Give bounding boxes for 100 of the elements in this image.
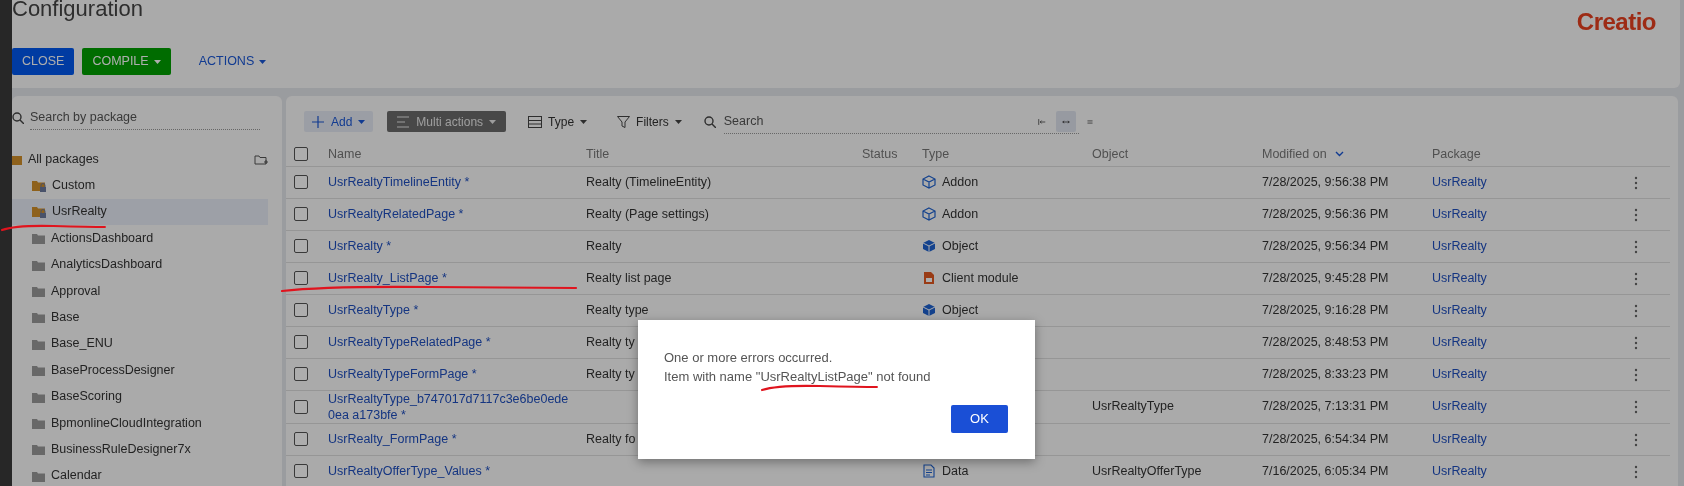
folder-icon <box>32 416 45 429</box>
page-title: Configuration <box>12 0 143 22</box>
toolbar-button[interactable]: Multi actions <box>387 111 507 133</box>
checkbox[interactable] <box>294 175 308 190</box>
name-link[interactable]: UsrRealtyTypeRelatedPage * <box>328 334 578 351</box>
folder-icon <box>32 390 45 403</box>
error-message: One or more errors occurred. <box>664 349 834 367</box>
name-link[interactable]: UsrRealtyTypeFormPage * <box>328 366 578 383</box>
checkbox[interactable] <box>294 432 308 447</box>
folder-icon <box>32 337 45 350</box>
filter-icon <box>617 115 631 128</box>
locked-folder-icon <box>32 205 46 219</box>
table-cell: Realty (TimelineEntity) <box>586 174 712 189</box>
name-link[interactable]: UsrRealtyType_b747017d7117c3e6be0ede0ea a173bfe * <box>328 390 578 423</box>
name-link[interactable]: UsrRealtyOfferType_Values * <box>328 463 578 480</box>
cube-icon <box>922 207 936 222</box>
folder-icon <box>32 311 45 324</box>
checkbox[interactable] <box>294 147 308 162</box>
tree-item[interactable]: AnalyticsDashboard <box>12 251 268 278</box>
checkbox[interactable] <box>294 335 308 350</box>
toolbar-button[interactable]: Type <box>520 111 596 133</box>
more-icon <box>1634 367 1638 382</box>
package-link[interactable]: UsrRealty <box>1432 174 1491 189</box>
more-icon <box>1634 464 1638 479</box>
more-icon <box>1634 432 1638 447</box>
table-cell: 7/28/2025, 6:54:34 PM <box>1262 431 1389 446</box>
checkbox[interactable] <box>294 207 308 222</box>
tree-item[interactable]: BaseProcessDesigner <box>12 357 268 384</box>
column-header[interactable]: Type <box>922 144 950 164</box>
tree-item[interactable]: UsrRealty <box>12 198 268 226</box>
name-link[interactable]: UsrRealty_ListPage * <box>328 270 578 287</box>
more-icon <box>1634 400 1638 415</box>
column-header[interactable]: Modified on <box>1262 144 1327 164</box>
more-icon <box>1634 335 1638 350</box>
close-button[interactable]: CLOSE <box>12 48 75 75</box>
tree-item[interactable]: BaseScoring <box>12 383 268 410</box>
table-cell: 7/28/2025, 9:56:38 PM <box>1262 174 1389 189</box>
table-cell-text: Object <box>942 301 979 319</box>
package-link[interactable]: UsrRealty <box>1432 334 1491 349</box>
tree-item[interactable]: Base <box>12 304 268 331</box>
package-link[interactable]: UsrRealty <box>1432 206 1491 221</box>
more-icon <box>1634 175 1638 190</box>
column-header[interactable]: Package <box>1432 144 1481 164</box>
checkbox[interactable] <box>294 271 308 286</box>
package-link[interactable]: UsrRealty <box>1432 366 1491 381</box>
table-cell: Realty ty <box>586 334 635 349</box>
package-link[interactable]: UsrRealty <box>1432 431 1491 446</box>
actions-button[interactable]: ACTIONS <box>188 48 277 75</box>
name-link[interactable]: UsrRealtyRelatedPage * <box>328 206 578 223</box>
package-link[interactable]: UsrRealty <box>1432 399 1491 414</box>
error-message: Item with name "UsrRealtyListPage" not found <box>664 368 932 386</box>
checkbox[interactable] <box>294 239 308 254</box>
caret-icon <box>580 119 588 124</box>
folder-icon <box>32 258 45 271</box>
name-link[interactable]: UsrRealtyTimelineEntity * <box>328 174 578 191</box>
table-cell-text: Addon <box>942 173 979 191</box>
checkbox[interactable] <box>294 367 308 382</box>
table-cell: 7/28/2025, 8:48:53 PM <box>1262 334 1389 349</box>
folder-icon <box>32 285 45 297</box>
name-link[interactable]: UsrRealtyType * <box>328 302 578 319</box>
checkbox[interactable] <box>294 303 308 318</box>
tree-item[interactable]: ActionsDashboard <box>12 225 268 252</box>
tree-item[interactable]: All packages <box>12 145 105 173</box>
tree-item[interactable]: BusinessRuleDesigner7x <box>12 436 268 463</box>
column-header[interactable]: Status <box>862 144 898 164</box>
column-header[interactable]: Object <box>1092 144 1129 164</box>
toolbar-button[interactable]: Add <box>304 111 374 133</box>
table-cell: 7/28/2025, 9:16:28 PM <box>1262 302 1389 317</box>
tree-item[interactable]: Base_ENU <box>12 330 268 357</box>
file-icon <box>922 271 936 286</box>
list-icon <box>397 115 411 128</box>
checkbox[interactable] <box>294 399 308 414</box>
package-link[interactable]: UsrRealty <box>1432 463 1491 478</box>
table-cell: 7/16/2025, 6:05:34 PM <box>1262 463 1389 478</box>
ok-button[interactable]: OK <box>951 405 1008 433</box>
tree-item[interactable]: Custom <box>12 172 268 199</box>
tree-item[interactable]: Calendar <box>12 462 268 486</box>
folder-icon <box>32 232 45 245</box>
package-link[interactable]: UsrRealty <box>1432 270 1491 285</box>
column-header[interactable]: Name <box>328 144 362 164</box>
more-icon <box>1634 239 1638 254</box>
tree-item[interactable]: Approval <box>12 277 268 305</box>
toolbar-button[interactable]: Filters <box>609 111 690 133</box>
table-cell: Realty fo <box>586 431 636 446</box>
name-link[interactable]: UsrRealty_FormPage * <box>328 431 578 448</box>
document-icon <box>922 464 936 479</box>
search-icon <box>703 115 716 128</box>
package-link[interactable]: UsrRealty <box>1432 238 1491 253</box>
name-link[interactable]: UsrRealty * <box>328 238 578 255</box>
more-icon <box>1634 303 1638 318</box>
table-cell: UsrRealtyType <box>1092 399 1174 414</box>
folder-icon <box>32 364 45 377</box>
package-link[interactable]: UsrRealty <box>1432 302 1491 317</box>
search-field[interactable]: Search by package <box>30 106 260 130</box>
column-header[interactable]: Title <box>586 144 610 164</box>
more-icon <box>1634 271 1638 286</box>
tree-item[interactable]: BpmonlineCloudIntegration <box>12 409 268 437</box>
compile-button[interactable]: COMPILE <box>82 48 171 75</box>
table-cell: Realty (Page settings) <box>586 206 709 221</box>
checkbox[interactable] <box>294 464 308 479</box>
